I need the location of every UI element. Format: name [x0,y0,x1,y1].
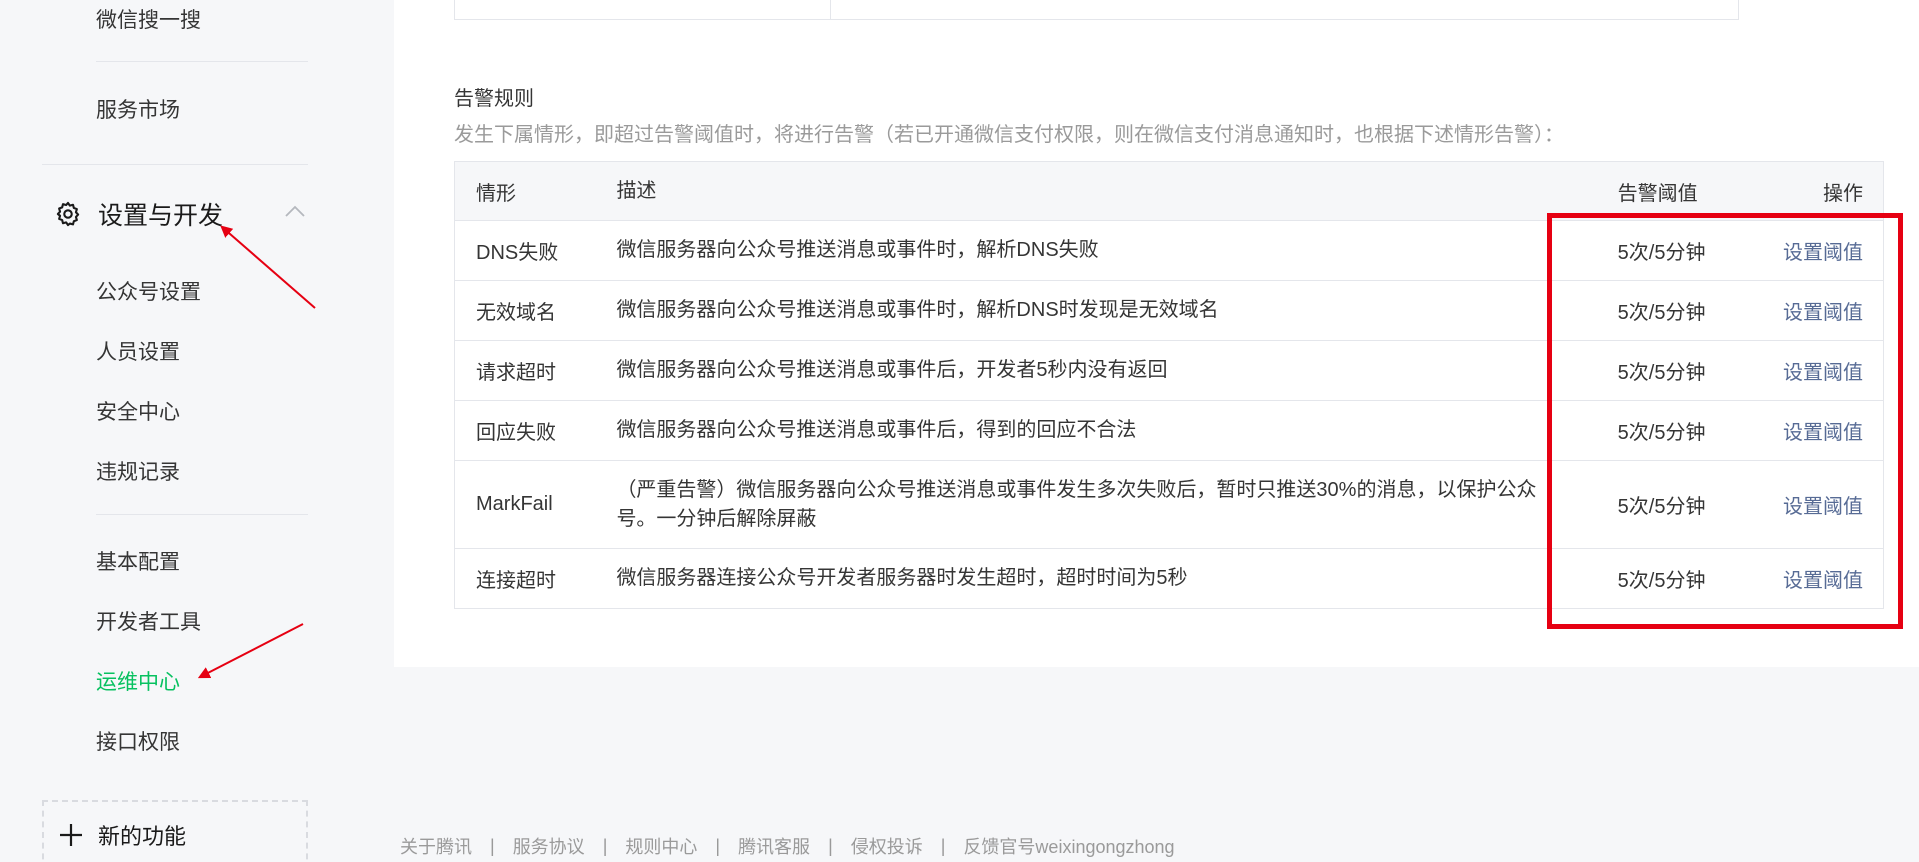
plus-icon [60,824,82,846]
set-threshold-link[interactable]: 设置阈值 [1783,302,1863,324]
header-description: 描述 [616,161,1576,221]
table-row: 无效域名 微信服务器向公众号推送消息或事件时，解析DNS时发现是无效域名 5次/… [454,280,1884,341]
table-row: 连接超时 微信服务器连接公众号开发者服务器时发生超时，超时时间为5秒 5次/5分… [454,548,1884,609]
table-column-divider [830,0,831,19]
header-case: 情形 [454,161,617,221]
sidebar-divider [96,514,308,515]
header-threshold: 告警阈值 [1575,161,1744,221]
main-panel: 告警规则 发生下属情形，即超过告警阈值时，将进行告警（若已开通微信支付权限，则在… [394,0,1919,667]
gear-icon [56,201,80,227]
row-action-cell: 设置阈值 [1743,400,1884,461]
footer-link-customer-service[interactable]: 腾讯客服 [738,833,810,859]
sidebar-item-ops-center[interactable]: 运维中心 [96,666,180,696]
footer-separator: | [715,835,721,856]
sidebar-item-violation-records[interactable]: 违规记录 [96,456,180,486]
set-threshold-link[interactable]: 设置阈值 [1783,496,1863,518]
row-description: 微信服务器向公众号推送消息或事件时，解析DNS时发现是无效域名 [616,280,1576,341]
previous-table-bottom [454,0,1739,20]
row-description: 微信服务器向公众号推送消息或事件后，得到的回应不合法 [616,400,1576,461]
table-row: 请求超时 微信服务器向公众号推送消息或事件后，开发者5秒内没有返回 5次/5分钟… [454,340,1884,401]
set-threshold-link[interactable]: 设置阈值 [1783,242,1863,264]
row-threshold: 5次/5分钟 [1575,340,1744,401]
sidebar-item-weixin-search[interactable]: 微信搜一搜 [96,4,201,34]
sidebar-divider [96,61,308,62]
row-action-cell: 设置阈值 [1743,340,1884,401]
row-action-cell: 设置阈值 [1743,548,1884,609]
table-header-row: 情形 描述 告警阈值 操作 [454,161,1884,221]
row-case: MarkFail [454,460,617,549]
alert-rules-table: 情形 描述 告警阈值 操作 DNS失败 微信服务器向公众号推送消息或事件时，解析… [454,161,1884,609]
sidebar-item-member-settings[interactable]: 人员设置 [96,336,180,366]
footer-link-rules-center[interactable]: 规则中心 [625,833,697,859]
alert-rules-title: 告警规则 [454,88,534,110]
sidebar-item-service-market[interactable]: 服务市场 [96,94,180,124]
footer-link-service-agreement[interactable]: 服务协议 [513,833,585,859]
row-threshold: 5次/5分钟 [1575,548,1744,609]
row-threshold: 5次/5分钟 [1575,280,1744,341]
alert-rules-description: 发生下属情形，即超过告警阈值时，将进行告警（若已开通微信支付权限，则在微信支付消… [454,124,1564,146]
sidebar-item-security-center[interactable]: 安全中心 [96,396,180,426]
sidebar-group-settings-dev[interactable]: 设置与开发 [54,192,310,236]
table-row: 回应失败 微信服务器向公众号推送消息或事件后，得到的回应不合法 5次/5分钟 设… [454,400,1884,461]
set-threshold-link[interactable]: 设置阈值 [1783,422,1863,444]
row-case: 无效域名 [454,280,617,341]
sidebar-item-basic-config[interactable]: 基本配置 [96,546,180,576]
row-case: 回应失败 [454,400,617,461]
row-description: 微信服务器连接公众号开发者服务器时发生超时，超时时间为5秒 [616,548,1576,609]
new-feature-label: 新的功能 [98,824,187,849]
row-description: （严重告警）微信服务器向公众号推送消息或事件发生多次失败后，暂时只推送30%的消… [616,460,1576,549]
row-case: DNS失败 [454,220,617,281]
set-threshold-link[interactable]: 设置阈值 [1783,570,1863,592]
sidebar: 微信搜一搜 服务市场 设置与开发 公众号设置 人员设置 安全中心 违规记录 基本… [0,0,320,862]
table-row: DNS失败 微信服务器向公众号推送消息或事件时，解析DNS失败 5次/5分钟 设… [454,220,1884,281]
chevron-up-icon[interactable] [284,204,306,218]
row-threshold: 5次/5分钟 [1575,220,1744,281]
sidebar-item-dev-tools[interactable]: 开发者工具 [96,606,201,636]
row-action-cell: 设置阈值 [1743,220,1884,281]
row-description: 微信服务器向公众号推送消息或事件后，开发者5秒内没有返回 [616,340,1576,401]
footer-link-infringement[interactable]: 侵权投诉 [851,833,923,859]
header-action: 操作 [1743,161,1884,221]
row-case: 连接超时 [454,548,617,609]
set-threshold-link[interactable]: 设置阈值 [1783,362,1863,384]
footer-link-about[interactable]: 关于腾讯 [400,833,472,859]
footer-separator: | [828,835,833,856]
row-case: 请求超时 [454,340,617,401]
row-threshold: 5次/5分钟 [1575,400,1744,461]
new-feature-button[interactable]: 新的功能 [42,800,308,862]
sidebar-group-title: 设置与开发 [98,202,224,230]
footer-link-feedback[interactable]: 反馈官号weixingongzhong [963,833,1174,859]
row-threshold: 5次/5分钟 [1575,460,1744,549]
sidebar-item-account-settings[interactable]: 公众号设置 [96,276,201,306]
table-row: MarkFail （严重告警）微信服务器向公众号推送消息或事件发生多次失败后，暂… [454,460,1884,549]
row-action-cell: 设置阈值 [1743,460,1884,549]
sidebar-item-api-permissions[interactable]: 接口权限 [96,726,180,756]
footer-separator: | [490,835,495,856]
footer-separator: | [602,835,608,856]
row-action-cell: 设置阈值 [1743,280,1884,341]
footer-separator: | [940,835,946,856]
sidebar-divider [42,164,308,165]
footer: 关于腾讯 | 服务协议 | 规则中心 | 腾讯客服 | 侵权投诉 | 反馈官号w… [400,833,1175,859]
row-description: 微信服务器向公众号推送消息或事件时，解析DNS失败 [616,220,1576,281]
